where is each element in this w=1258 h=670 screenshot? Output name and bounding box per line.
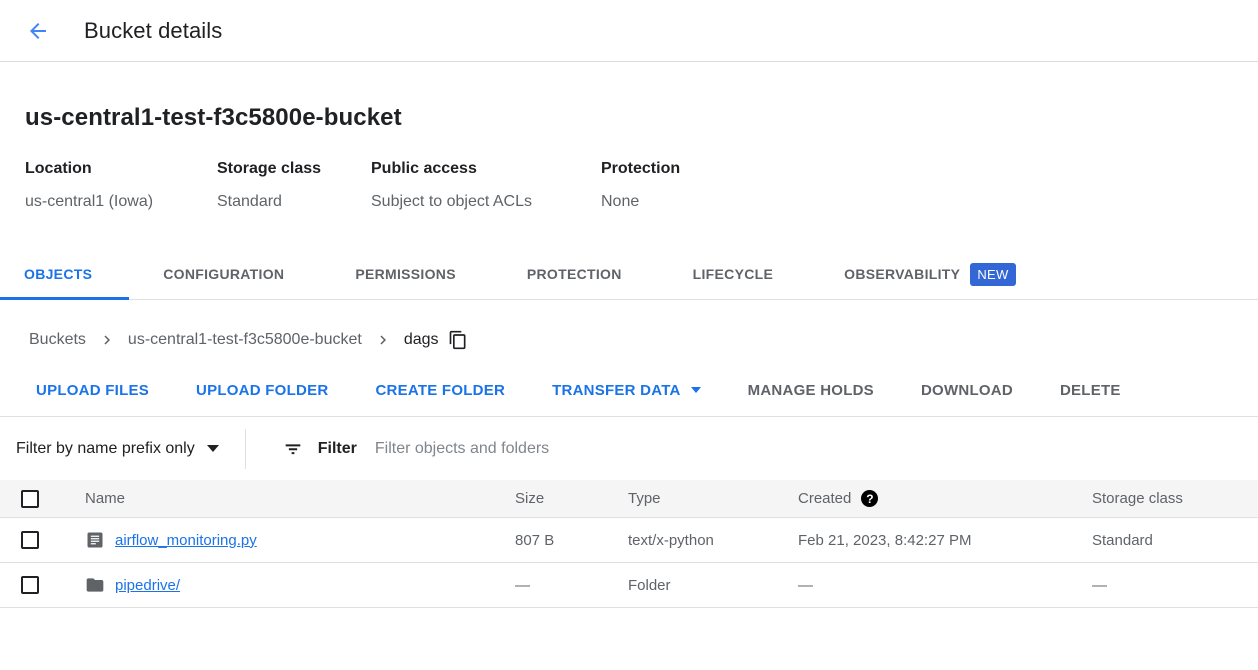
table-header-row: Name Size Type Created ? Storage class (0, 480, 1258, 518)
tab-lifecycle[interactable]: LIFECYCLE (659, 249, 810, 299)
meta-value: None (601, 193, 680, 211)
breadcrumb-current-folder: dags (404, 331, 439, 349)
cell-type: Folder (628, 577, 798, 594)
download-button[interactable]: DOWNLOAD (909, 374, 1025, 407)
meta-value: us-central1 (Iowa) (25, 193, 217, 211)
column-header-type: Type (628, 490, 798, 507)
file-icon (85, 530, 105, 550)
meta-value: Subject to object ACLs (371, 193, 601, 211)
row-checkbox[interactable] (21, 531, 39, 549)
cell-created: — (798, 577, 1092, 594)
meta-label: Public access (371, 160, 601, 178)
column-header-size: Size (515, 490, 628, 507)
cell-created: Feb 21, 2023, 8:42:27 PM (798, 532, 1092, 549)
table-row: airflow_monitoring.py 807 B text/x-pytho… (0, 518, 1258, 563)
column-header-name: Name (85, 490, 515, 507)
table-row: pipedrive/ — Folder — — (0, 563, 1258, 608)
tab-label: LIFECYCLE (693, 266, 773, 282)
tab-label: OBSERVABILITY (844, 266, 960, 282)
page-title: Bucket details (84, 18, 222, 44)
button-label: CREATE FOLDER (375, 382, 505, 399)
meta-label: Protection (601, 160, 680, 178)
cell-size: 807 B (515, 532, 628, 549)
button-label: UPLOAD FILES (36, 382, 149, 399)
tab-protection[interactable]: PROTECTION (493, 249, 659, 299)
tab-label: PROTECTION (527, 266, 622, 282)
folder-link[interactable]: pipedrive/ (115, 577, 180, 594)
cell-size: — (515, 577, 628, 594)
transfer-data-button[interactable]: TRANSFER DATA (540, 374, 713, 407)
upload-files-button[interactable]: UPLOAD FILES (24, 374, 161, 407)
bucket-name: us-central1-test-f3c5800e-bucket (25, 104, 1258, 132)
tab-configuration[interactable]: CONFIGURATION (129, 249, 321, 299)
filter-scope-dropdown[interactable]: Filter by name prefix only (0, 417, 245, 480)
tab-label: PERMISSIONS (355, 266, 456, 282)
filter-row: Filter by name prefix only Filter (0, 416, 1258, 480)
tab-permissions[interactable]: PERMISSIONS (321, 249, 493, 299)
breadcrumb-bucket-name[interactable]: us-central1-test-f3c5800e-bucket (128, 331, 362, 349)
meta-protection: Protection None (601, 160, 680, 211)
tab-bar: OBJECTS CONFIGURATION PERMISSIONS PROTEC… (0, 249, 1258, 300)
tab-label: OBJECTS (24, 266, 92, 282)
column-header-label: Created (798, 490, 851, 507)
cell-storage-class: — (1092, 577, 1258, 594)
tab-objects[interactable]: OBJECTS (0, 249, 129, 299)
button-label: UPLOAD FOLDER (196, 382, 328, 399)
new-badge: NEW (970, 263, 1015, 286)
bucket-meta: Location us-central1 (Iowa) Storage clas… (25, 160, 1258, 211)
select-all-checkbox[interactable] (21, 490, 39, 508)
button-label: TRANSFER DATA (552, 382, 681, 399)
tab-label: CONFIGURATION (163, 266, 284, 282)
chevron-down-icon (207, 445, 219, 452)
cell-type: text/x-python (628, 532, 798, 549)
breadcrumb: Buckets us-central1-test-f3c5800e-bucket… (0, 300, 1258, 364)
content-copy-icon[interactable] (448, 330, 468, 350)
bucket-summary: us-central1-test-f3c5800e-bucket Locatio… (0, 104, 1258, 211)
button-label: MANAGE HOLDS (748, 382, 874, 399)
chevron-right-icon (98, 331, 116, 349)
objects-table: Name Size Type Created ? Storage class a… (0, 480, 1258, 608)
filter-scope-label: Filter by name prefix only (16, 440, 195, 458)
help-icon[interactable]: ? (861, 490, 878, 507)
upload-folder-button[interactable]: UPLOAD FOLDER (184, 374, 340, 407)
chevron-down-icon (691, 387, 701, 393)
meta-value: Standard (217, 193, 371, 211)
manage-holds-button[interactable]: MANAGE HOLDS (736, 374, 886, 407)
page-header: Bucket details (0, 0, 1258, 62)
object-link[interactable]: airflow_monitoring.py (115, 532, 257, 549)
back-arrow-icon[interactable] (18, 11, 58, 51)
filter-input-area: Filter (246, 438, 1258, 460)
folder-icon (85, 575, 105, 595)
meta-label: Storage class (217, 160, 371, 178)
column-header-created: Created ? (798, 490, 1092, 507)
meta-label: Location (25, 160, 217, 178)
column-header-storage-class: Storage class (1092, 490, 1258, 507)
filter-label: Filter (318, 440, 357, 458)
cell-storage-class: Standard (1092, 532, 1258, 549)
filter-input[interactable] (375, 440, 1258, 458)
filter-list-icon (282, 438, 304, 460)
button-label: DOWNLOAD (921, 382, 1013, 399)
meta-location: Location us-central1 (Iowa) (25, 160, 217, 211)
button-label: DELETE (1060, 382, 1121, 399)
meta-storage-class: Storage class Standard (217, 160, 371, 211)
tab-observability[interactable]: OBSERVABILITY NEW (810, 249, 1052, 299)
row-checkbox[interactable] (21, 576, 39, 594)
object-action-bar: UPLOAD FILES UPLOAD FOLDER CREATE FOLDER… (0, 364, 1258, 416)
delete-button[interactable]: DELETE (1048, 374, 1133, 407)
breadcrumb-buckets[interactable]: Buckets (29, 331, 86, 349)
chevron-right-icon (374, 331, 392, 349)
meta-public-access: Public access Subject to object ACLs (371, 160, 601, 211)
create-folder-button[interactable]: CREATE FOLDER (363, 374, 517, 407)
